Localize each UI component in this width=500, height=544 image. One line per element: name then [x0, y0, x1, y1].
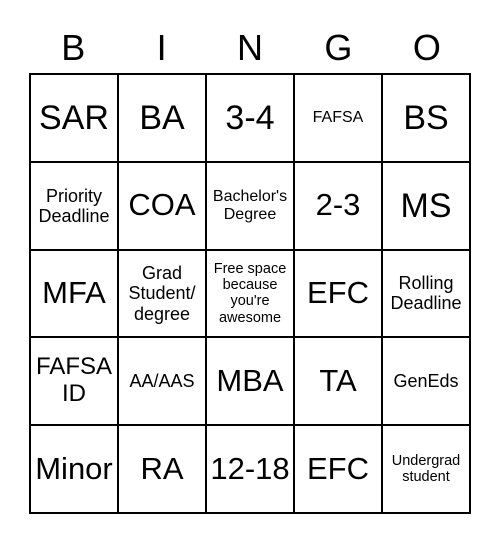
bingo-cell-text: Minor [35, 450, 113, 486]
bingo-cell-text: MS [400, 186, 452, 225]
bingo-cell[interactable]: Undergrad student [382, 425, 470, 513]
header-letter-o: O [412, 27, 441, 68]
bingo-cell[interactable]: Grad Student/ degree [118, 249, 206, 338]
bingo-cell-text: RA [140, 450, 184, 486]
bingo-cell[interactable]: MBA [206, 337, 294, 426]
header-letter-b: B [61, 27, 86, 68]
bingo-cell-text: MFA [42, 275, 106, 311]
bingo-cell[interactable]: RA [118, 425, 206, 513]
bingo-cell-text: Bachelor's Degree [212, 187, 288, 223]
bingo-cell[interactable]: BA [118, 74, 206, 162]
bingo-grid: SAR BA 3-4 FAFSA BS Priority Deadline COA Bache… [29, 73, 471, 514]
bingo-header: B I N G O [29, 24, 471, 72]
bingo-cell[interactable]: 12-18 [206, 425, 294, 513]
bingo-cell-text: COA [128, 187, 196, 223]
bingo-cell-text: FAFSA ID [35, 353, 113, 408]
bingo-cell-text: BA [139, 98, 185, 137]
bingo-cell[interactable]: 2-3 [294, 161, 382, 250]
bingo-cell[interactable]: Priority Deadline [30, 161, 118, 250]
bingo-cell-text: FAFSA [312, 108, 364, 126]
bingo-cell-text: EFC [307, 275, 369, 311]
bingo-cell[interactable]: Free space because you're awesome [206, 249, 294, 338]
bingo-cell-text: Grad Student/ degree [128, 263, 196, 324]
bingo-cell-text: MBA [216, 362, 284, 398]
bingo-cell[interactable]: EFC [294, 425, 382, 513]
bingo-cell[interactable]: AA/AAS [118, 337, 206, 426]
bingo-cell[interactable]: EFC [294, 249, 382, 338]
bingo-cell-text: GenEds [393, 371, 459, 392]
bingo-cell[interactable]: BS [382, 74, 470, 162]
bingo-cell[interactable]: Bachelor's Degree [206, 161, 294, 250]
bingo-cell-text: 12-18 [210, 450, 290, 486]
bingo-cell[interactable]: TA [294, 337, 382, 426]
bingo-cell-text: Free space because you're awesome [213, 261, 287, 326]
header-letter-g: G [324, 27, 353, 68]
bingo-cell[interactable]: Rolling Deadline [382, 249, 470, 338]
header-letter-n: N [237, 27, 264, 68]
bingo-cell[interactable]: Minor [30, 425, 118, 513]
bingo-cell[interactable]: 3-4 [206, 74, 294, 162]
bingo-cell[interactable]: GenEds [382, 337, 470, 426]
bingo-cell-text: EFC [307, 450, 369, 486]
bingo-cell-text: Rolling Deadline [390, 273, 462, 314]
bingo-cell-text: 2-3 [315, 187, 361, 223]
bingo-cell[interactable]: MFA [30, 249, 118, 338]
header-letter-i: I [156, 27, 167, 68]
bingo-cell-text: BS [403, 98, 449, 137]
bingo-cell-text: SAR [39, 98, 109, 137]
bingo-cell-text: Undergrad student [391, 452, 461, 486]
bingo-cell[interactable]: COA [118, 161, 206, 250]
bingo-cell-text: 3-4 [225, 98, 275, 137]
bingo-cell[interactable]: SAR [30, 74, 118, 162]
bingo-cell[interactable]: FAFSA [294, 74, 382, 162]
bingo-cell-text: AA/AAS [129, 371, 195, 392]
bingo-cell[interactable]: MS [382, 161, 470, 250]
bingo-cell-text: Priority Deadline [38, 185, 110, 226]
bingo-cell[interactable]: FAFSA ID [30, 337, 118, 426]
bingo-cell-text: TA [319, 362, 357, 398]
